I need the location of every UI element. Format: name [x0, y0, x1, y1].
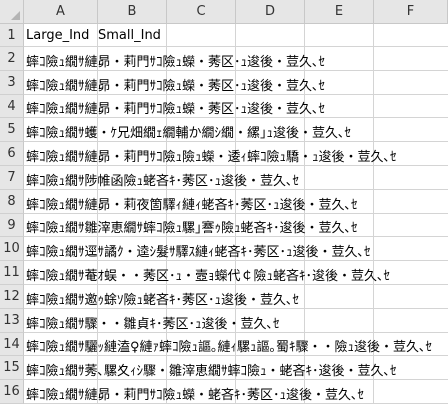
- row-header-15[interactable]: 15: [0, 356, 24, 380]
- row-header-4[interactable]: 4: [0, 95, 24, 118]
- row-header-5[interactable]: 5: [0, 118, 24, 142]
- grid-line: [24, 213, 448, 214]
- grid-line: [24, 46, 448, 47]
- grid-line: [24, 284, 448, 285]
- row-header-10[interactable]: 10: [0, 237, 24, 261]
- row-header-8[interactable]: 8: [0, 190, 24, 214]
- grid-line: [24, 260, 448, 261]
- grid-line: [24, 332, 448, 333]
- row-header-6[interactable]: 6: [0, 142, 24, 166]
- column-header-d[interactable]: D: [236, 0, 305, 24]
- grid-line: [24, 308, 448, 309]
- spreadsheet: A B C D E F 1 2 3 4 5 6 7 8 9 10 11 12 1…: [0, 0, 448, 404]
- column-header-a[interactable]: A: [24, 0, 98, 24]
- select-all-icon: [11, 11, 20, 20]
- cell-a6[interactable]: 蟀ｺ險ｭ繝ｻ縺昴・莉門ｻｺ險ｭ險ｭ蠑・逶ｨ蟀ｺ險ｭ驕・ｭ逡後・荳久､ｾ: [26, 146, 397, 165]
- row-header-3[interactable]: 3: [0, 71, 24, 95]
- cell-a13[interactable]: 蟀ｺ險ｭ繝ｻ驟・・雛貞ｷ･莠区･ｭ逡後・荳久､ｾ: [26, 313, 280, 332]
- cell-a4[interactable]: 蟀ｺ險ｭ繝ｻ縺昴・莉門ｻｺ險ｭ蠑・莠区･ｭ逡後・荳久､ｾ: [26, 98, 325, 117]
- row-header-14[interactable]: 14: [0, 333, 24, 356]
- cell-a9[interactable]: 蟀ｺ險ｭ繝ｻ雛滓恵繝ｻ蟀ｺ險ｭ騾｣謇ｩ險ｭ蛯吝ｷ･逡後・荳久､ｾ: [26, 217, 358, 236]
- cell-a7[interactable]: 蟀ｺ險ｭ繝ｻ陟帷函險ｭ蛯吝ｷ･莠区･ｭ逡後・荳久､ｾ: [26, 170, 299, 189]
- column-header-b[interactable]: B: [98, 0, 167, 24]
- select-all-button[interactable]: [0, 0, 24, 24]
- column-header-f[interactable]: F: [374, 0, 448, 24]
- cell-a12[interactable]: 蟀ｺ險ｭ繝ｻ邀ｩ蜍ｿ險ｭ蛯吝ｷ･莠区･ｭ逡後・荳久､ｾ: [26, 289, 299, 308]
- grid-line: [24, 94, 448, 95]
- row-header-9[interactable]: 9: [0, 214, 24, 237]
- row-header-12[interactable]: 12: [0, 285, 24, 309]
- cell-a3[interactable]: 蟀ｺ險ｭ繝ｻ縺昴・莉門ｻｺ險ｭ蠑・莠区･ｭ逡後・荳久､ｾ: [26, 75, 325, 94]
- column-header-e[interactable]: E: [305, 0, 374, 24]
- grid-line: [24, 141, 448, 142]
- cell-a5[interactable]: 蟀ｺ險ｭ繝ｻ蠖・ｹ兄畑繝ｪ繝輔か繝ｼ繝・縲｣ｭ逡後・荳久､ｾ: [26, 122, 351, 141]
- cell-a16[interactable]: 蟀ｺ險ｭ繝ｻ縺昴・莉門ｻｺ險ｭ蠑・蛯吝ｷ･莠区･ｭ逡後・荳久､ｾ: [26, 384, 364, 403]
- cell-a8[interactable]: 蟀ｺ險ｭ繝ｻ縺昴・莉夜箇驛ｨ縺ｨ蛯吝ｷ･莠区･ｭ逡後・荳久､ｾ: [26, 194, 358, 213]
- grid-line: [24, 189, 448, 190]
- grid-line: [24, 355, 448, 356]
- cell-a10[interactable]: 蟀ｺ險ｭ繝ｻ逕ｻ譎ｸ・逵ｼ髮ｻ驛ｽ縺ｨ蛯吝ｷ･莠区･ｭ逡後・荳久､ｾ: [26, 241, 371, 260]
- cell-a1[interactable]: Large_Ind: [26, 28, 89, 43]
- grid-line: [24, 165, 448, 166]
- grid-line: [24, 70, 448, 71]
- column-header-c[interactable]: C: [167, 0, 236, 24]
- row-header-1[interactable]: 1: [0, 24, 24, 47]
- cell-a11[interactable]: 蟀ｺ險ｭ繝ｻ菴ｵ蜈・・莠区･ｭ・壼ｮ蠑代￠險ｭ蛯吝ｷ･逡後・荳久､ｾ: [26, 265, 390, 284]
- grid-line: [24, 379, 448, 380]
- row-header-11[interactable]: 11: [0, 261, 24, 285]
- row-header-2[interactable]: 2: [0, 47, 24, 71]
- row-header-13[interactable]: 13: [0, 309, 24, 333]
- grid-line: [24, 236, 448, 237]
- cell-b1[interactable]: Small_Ind: [98, 28, 161, 43]
- cell-a14[interactable]: 蟀ｺ險ｭ繝ｻ驪ｯ縺溘♀縺ｧ蟀ｺ險ｭ謳｡縺ｨ騾ｭ謳｡蜀ｷ驟・・險ｭ逡後・荳久､ｾ: [26, 336, 432, 355]
- grid-line: [24, 117, 448, 118]
- cell-a2[interactable]: 蟀ｺ險ｭ繝ｻ縺昴・莉門ｻｺ險ｭ蠑・莠区･ｭ逡後・荳久､ｾ: [26, 51, 325, 70]
- row-header-7[interactable]: 7: [0, 166, 24, 190]
- row-header-16[interactable]: 16: [0, 380, 24, 404]
- cell-a15[interactable]: 蟀ｺ險ｭ繝ｻ莠､騾夊ｨｼ驟・雛滓恵繝ｻ蟀ｺ險ｭ・蛯吝ｷ･逡後・荳久､ｾ: [26, 360, 397, 379]
